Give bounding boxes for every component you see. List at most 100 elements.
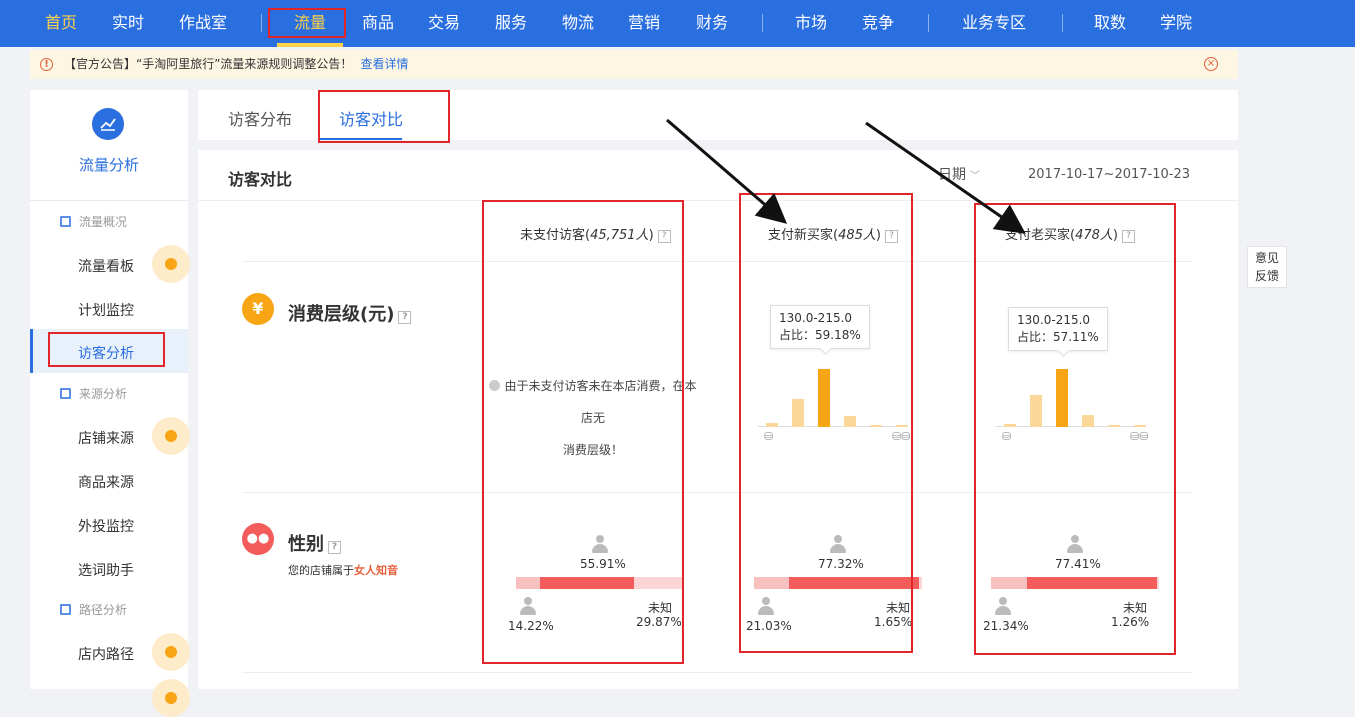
announcement-text: 【官方公告】“手淘阿里旅行”流量来源规则调整公告！ 查看详情 [64, 50, 408, 79]
nav-realtime[interactable]: 实时 [112, 0, 144, 47]
consumption-bar[interactable] [1056, 369, 1068, 427]
sidebar-group-source: 来源分析 [60, 385, 127, 402]
nav-separator [762, 14, 763, 32]
nav-traffic[interactable]: 流量 [294, 0, 326, 47]
feedback-line2: 反馈 [1254, 269, 1279, 283]
female-percent: 77.32% [818, 557, 864, 571]
sidebar-item-external-monitor[interactable]: 外投监控 [78, 516, 134, 536]
consumption-bar[interactable] [1082, 415, 1094, 427]
consumption-bar[interactable] [1030, 395, 1042, 427]
column-header-unpaid: 未支付访客(45,751人)? [520, 224, 671, 243]
unknown-segment [1157, 577, 1159, 589]
nav-business-zone[interactable]: 业务专区 [962, 0, 1026, 47]
row-divider [242, 672, 1192, 673]
coins-stack-icon: ⛁⛁ [892, 430, 911, 443]
comparison-panel: 访客对比 日期 ﹀ 2017-10-17~2017-10-23 未支付访客(45,… [198, 150, 1238, 689]
column-name: 支付新买家 [768, 228, 834, 243]
tooltip-range: 130.0-215.0 [779, 311, 853, 325]
feedback-button[interactable]: 意见 反馈 [1247, 246, 1287, 288]
nav-home[interactable]: 首页 [45, 0, 77, 47]
chart-line-icon [92, 108, 124, 140]
sidebar-item-shop-source[interactable]: 店铺来源 [78, 428, 134, 448]
sidebar-item-shop-path[interactable]: 店内路径 [78, 644, 134, 664]
announcement-link[interactable]: 查看详情 [360, 57, 408, 71]
person-icon [518, 597, 538, 617]
tooltip-new-buyer: 130.0-215.0 占比：59.18% [770, 305, 870, 349]
nav-service[interactable]: 服务 [495, 0, 527, 47]
nav-finance[interactable]: 财务 [696, 0, 728, 47]
unknown-label: 未知 [1123, 601, 1148, 615]
nav-products[interactable]: 商品 [362, 0, 394, 47]
sidebar-item-keyword-helper[interactable]: 选词助手 [78, 560, 134, 580]
sidebar-title: 流量分析 [78, 156, 139, 174]
consumption-bar[interactable] [766, 423, 778, 427]
unknown-percent: 1.26% [1111, 615, 1150, 629]
unknown-segment [634, 577, 684, 589]
close-icon[interactable]: × [1204, 57, 1218, 71]
sidebar-item-dashboard[interactable]: 流量看板 [78, 256, 134, 276]
female-segment [789, 577, 919, 589]
nav-logistics[interactable]: 物流 [562, 0, 594, 47]
coin-icon: ⛁ [764, 430, 774, 443]
row-divider [242, 492, 1192, 493]
date-label: 日期 [938, 167, 966, 183]
users-icon: ●● [242, 523, 274, 555]
nav-market[interactable]: 市场 [795, 0, 827, 47]
help-icon[interactable]: ? [328, 541, 341, 554]
person-icon [828, 535, 848, 555]
column-name: 支付老买家 [1005, 228, 1071, 243]
panel-title: 访客对比 [228, 170, 293, 189]
nav-competition[interactable]: 竞争 [862, 0, 894, 47]
consumption-bar[interactable] [1108, 425, 1120, 427]
help-icon[interactable]: ? [657, 230, 671, 243]
sidebar-item-product-source[interactable]: 商品来源 [78, 472, 134, 492]
yuan-icon: ¥ [242, 293, 274, 325]
tab-visitor-comparison[interactable]: 访客对比 [339, 106, 403, 130]
help-icon[interactable]: ? [398, 311, 412, 324]
gender-bar[interactable] [754, 577, 922, 589]
nav-war-room[interactable]: 作战室 [179, 0, 227, 47]
nav-trade[interactable]: 交易 [428, 0, 460, 47]
person-icon [1065, 535, 1085, 555]
gender-title: 性别? [288, 530, 341, 556]
column-header-old-buyer: 支付老买家(478人)? [1005, 224, 1135, 243]
gender-chart-new-buyer: 77.32% 21.03% 未知 1.65% [746, 535, 922, 645]
sidebar-item-plan-monitor[interactable]: 计划监控 [78, 300, 134, 320]
person-icon [590, 535, 610, 555]
female-segment [540, 577, 634, 589]
tab-visitor-distribution[interactable]: 访客分布 [228, 106, 292, 130]
gender-bar[interactable] [516, 577, 684, 589]
nav-marketing[interactable]: 营销 [628, 0, 660, 47]
gender-title-text: 性别 [288, 534, 324, 555]
date-selector[interactable]: 日期 ﹀ [938, 164, 980, 184]
female-segment [1027, 577, 1157, 589]
gender-bar[interactable] [991, 577, 1159, 589]
coin-icon: ⛁ [1002, 430, 1012, 443]
nav-data-export[interactable]: 取数 [1094, 0, 1126, 47]
no-consumption-message: 由于未支付访客未在本店消费，在本店无 消费层级！ [488, 370, 698, 466]
consumption-bar[interactable] [792, 399, 804, 427]
unknown-label: 未知 [886, 601, 911, 615]
column-header-new-buyer: 支付新买家(485人)? [768, 224, 898, 243]
nav-separator [1062, 14, 1063, 32]
consumption-bar[interactable] [1134, 425, 1146, 427]
sidebar: 流量分析 流量概况 流量看板 计划监控 访客分析 来源分析 店铺来源 商品来源 … [30, 90, 190, 717]
unknown-percent: 29.87% [636, 615, 682, 629]
bar-chart-old-buyer [996, 352, 1146, 427]
unknown-label: 未知 [648, 601, 673, 615]
help-icon[interactable]: ? [885, 230, 898, 243]
sidebar-item-visitor-analysis[interactable]: 访客分析 [78, 343, 134, 363]
consumption-bar[interactable] [896, 425, 908, 427]
tooltip-ratio: 占比：57.11% [1017, 330, 1099, 344]
female-percent: 77.41% [1055, 557, 1101, 571]
nav-academy[interactable]: 学院 [1160, 0, 1192, 47]
consumption-bar[interactable] [1004, 424, 1016, 427]
consumption-bar[interactable] [870, 425, 882, 427]
gender-chart-unpaid: 55.91% 14.22% 未知 29.87% [508, 535, 684, 645]
feedback-line1: 意见 [1254, 251, 1279, 265]
help-icon[interactable]: ? [1122, 230, 1135, 243]
chart-baseline [758, 426, 908, 427]
consumption-bar[interactable] [844, 416, 856, 427]
consumption-bar[interactable] [818, 369, 830, 427]
consumption-title: 消费层级(元)? [288, 300, 412, 326]
